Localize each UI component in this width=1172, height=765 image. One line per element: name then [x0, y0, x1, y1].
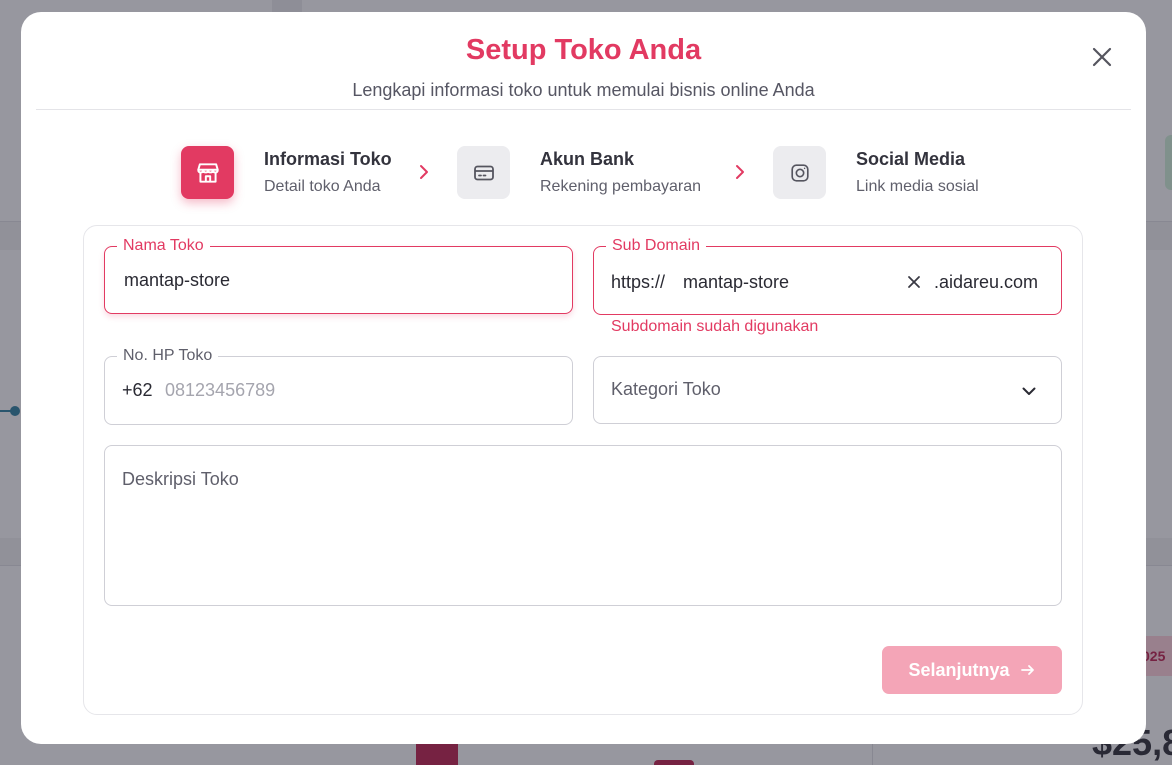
- subdomain-suffix: .aidareu.com: [934, 272, 1039, 292]
- next-button-label: Selanjutnya: [908, 659, 1010, 680]
- phone-label: No. HP Toko: [117, 347, 219, 365]
- store-icon: [196, 162, 219, 183]
- step-title: Akun Bank: [540, 149, 635, 169]
- step-akun-bank[interactable]: [457, 146, 510, 199]
- step-title: Informasi Toko: [264, 149, 392, 169]
- chevron-right-icon: [420, 165, 428, 179]
- store-name-label: Nama Toko: [117, 237, 210, 255]
- step-title: Social Media: [856, 149, 966, 169]
- setup-store-modal: Setup Toko Anda Lengkapi informasi toko …: [21, 12, 1146, 744]
- description-textarea[interactable]: Deskripsi Toko: [104, 445, 1062, 606]
- subdomain-error: Subdomain sudah digunakan: [611, 318, 819, 335]
- phone-field[interactable]: No. HP Toko +62 08123456789: [104, 347, 573, 425]
- close-icon[interactable]: [1089, 44, 1115, 70]
- next-button[interactable]: Selanjutnya: [882, 646, 1062, 694]
- modal-title: Setup Toko Anda: [465, 34, 702, 66]
- step-informasi-toko[interactable]: [181, 146, 234, 199]
- chevron-down-icon: [1022, 387, 1036, 395]
- instagram-icon: [790, 163, 809, 182]
- store-name-input[interactable]: mantap-store: [124, 270, 230, 291]
- store-name-field[interactable]: Nama Toko mantap-store: [104, 237, 573, 314]
- category-placeholder: Kategori Toko: [611, 379, 721, 399]
- chevron-right-icon: [736, 165, 744, 179]
- subdomain-input[interactable]: mantap-store: [683, 272, 789, 293]
- credit-card-icon: [473, 165, 494, 180]
- subdomain-field[interactable]: Sub Domain https:// mantap-store .aidare…: [593, 237, 1062, 315]
- phone-input[interactable]: 08123456789: [165, 380, 275, 401]
- phone-prefix: +62: [122, 380, 153, 400]
- step-desc: Detail toko Anda: [264, 178, 381, 195]
- clear-icon[interactable]: [906, 274, 922, 290]
- description-placeholder: Deskripsi Toko: [122, 469, 239, 489]
- header-divider: [36, 109, 1131, 110]
- arrow-right-icon: [1020, 665, 1034, 675]
- category-select[interactable]: Kategori Toko: [593, 356, 1062, 424]
- step-social-media[interactable]: [773, 146, 826, 199]
- step-desc: Link media sosial: [856, 178, 979, 195]
- subdomain-label: Sub Domain: [606, 237, 707, 255]
- subdomain-prefix: https://: [611, 272, 666, 292]
- step-desc: Rekening pembayaran: [540, 178, 701, 195]
- modal-subtitle: Lengkapi informasi toko untuk memulai bi…: [352, 80, 815, 100]
